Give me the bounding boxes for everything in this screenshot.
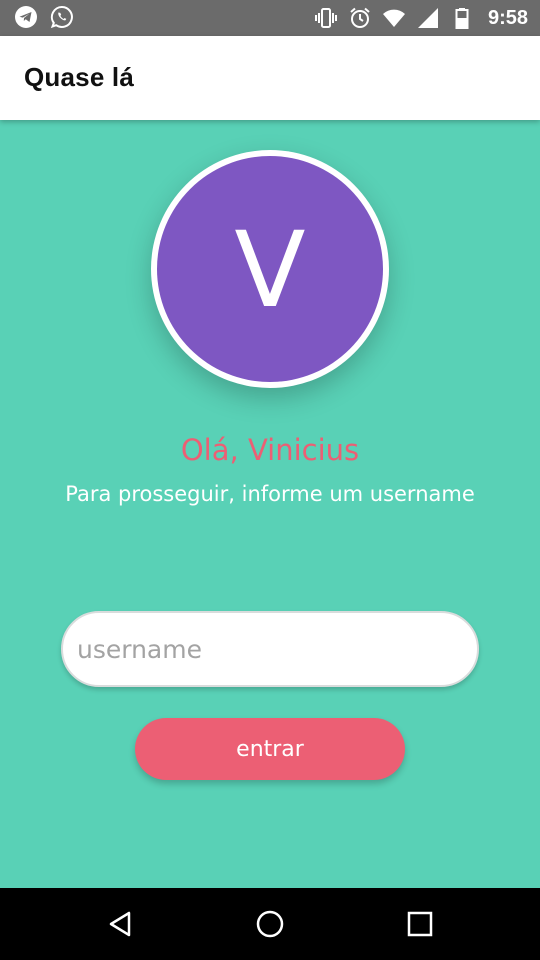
recents-icon	[407, 911, 433, 937]
notification-icons	[14, 5, 74, 29]
avatar-circle: V	[157, 156, 383, 382]
back-button[interactable]	[97, 900, 145, 948]
enter-button[interactable]: entrar	[135, 718, 405, 780]
alarm-icon	[348, 6, 372, 30]
vibrate-icon	[314, 6, 338, 30]
screen: 9:58 Quase lá V Olá, Vinicius Para pross…	[0, 0, 540, 960]
recents-button[interactable]	[396, 900, 444, 948]
home-icon	[256, 910, 284, 938]
system-indicators: 9:58	[314, 0, 528, 36]
avatar: V	[151, 150, 389, 388]
back-icon	[109, 911, 131, 937]
signal-icon	[416, 6, 440, 30]
wifi-icon	[382, 6, 406, 30]
enter-button-label: entrar	[236, 736, 304, 762]
instruction-text: Para prosseguir, informe um username	[65, 482, 475, 506]
page-title: Quase lá	[24, 62, 134, 92]
status-bar: 9:58	[0, 0, 540, 36]
whatsapp-icon	[50, 5, 74, 29]
greeting-text: Olá, Vinicius	[180, 433, 360, 467]
status-time: 9:58	[487, 6, 528, 29]
username-input[interactable]	[61, 611, 479, 687]
avatar-initial: V	[234, 209, 306, 331]
telegram-icon	[14, 5, 38, 29]
battery-icon	[450, 6, 474, 30]
app-bar: Quase lá	[0, 36, 540, 120]
home-button[interactable]	[246, 900, 294, 948]
navigation-bar	[0, 888, 540, 960]
